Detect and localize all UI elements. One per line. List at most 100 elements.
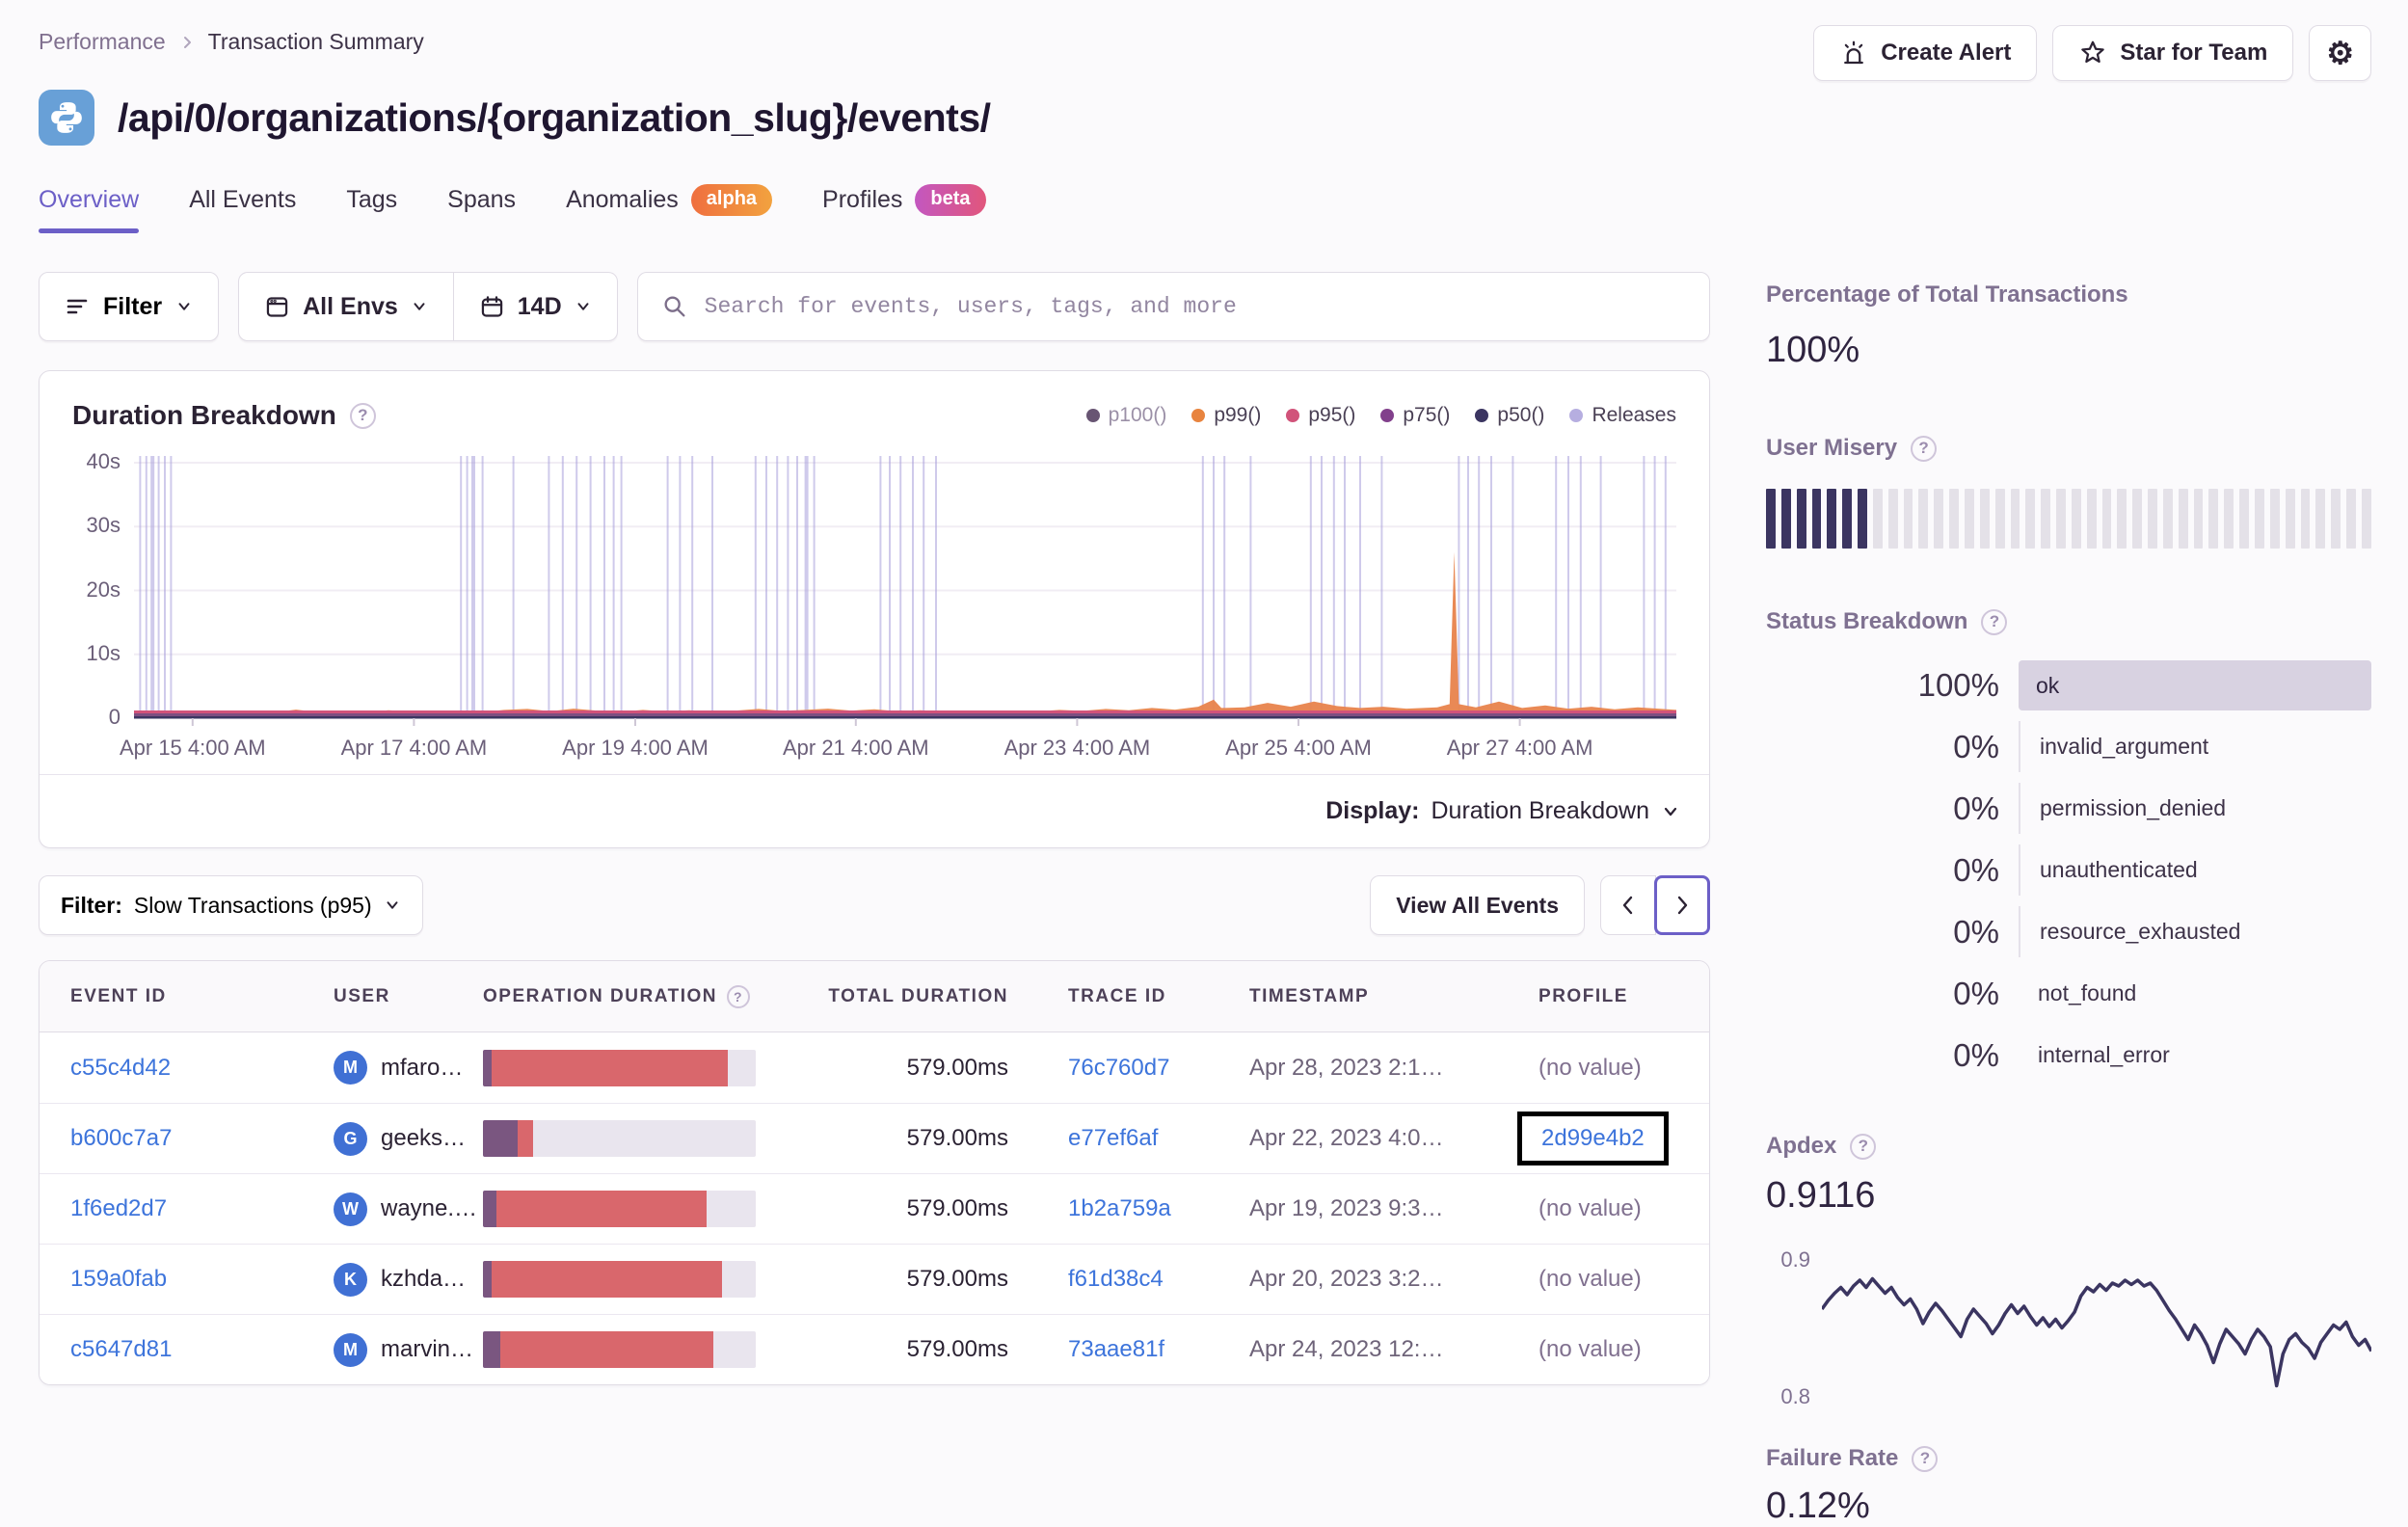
settings-button[interactable]: ⚙ (2309, 25, 2371, 81)
next-page-button[interactable] (1654, 875, 1710, 935)
op-duration-red-segment (500, 1331, 714, 1368)
failure-rate-title: Failure Rate ? (1766, 1445, 2371, 1472)
transaction-filter-dropdown[interactable]: Filter: Slow Transactions (p95) (39, 875, 423, 935)
column-header-event-id: EVENT ID (70, 985, 167, 1006)
tab-anomalies[interactable]: Anomalies alpha (566, 184, 773, 233)
trace-id-cell: 1b2a759a (1008, 1195, 1249, 1222)
user-misery-bar (2300, 489, 2311, 549)
legend-item-p75[interactable]: p75() (1380, 404, 1450, 427)
date-range-selector[interactable]: 14D (454, 273, 617, 340)
create-alert-button[interactable]: Create Alert (1813, 25, 2038, 81)
user-misery-block: User Misery ? (1766, 435, 2371, 549)
event-id-link[interactable]: 159a0fab (70, 1266, 167, 1292)
user-misery-bar (1766, 489, 1776, 549)
op-duration-red-segment (491, 1261, 723, 1298)
environment-selector[interactable]: All Envs (239, 273, 453, 340)
star-icon (2078, 39, 2107, 67)
event-id-link[interactable]: c55c4d42 (70, 1055, 171, 1081)
table-row: c55c4d42 Mmfaro… 579.00ms 76c760d7 Apr 28, 2… (40, 1032, 1709, 1103)
op-duration-red-segment (496, 1191, 708, 1227)
help-icon[interactable]: ? (1912, 1445, 1939, 1472)
user-misery-bar (2178, 489, 2188, 549)
total-duration-cell: 579.00ms (906, 1054, 1008, 1081)
title-row: /api/0/organizations/{organization_slug}… (39, 90, 2371, 146)
tab-tags[interactable]: Tags (346, 184, 397, 233)
status-percentage: 0% (1953, 1036, 1999, 1073)
event-id-link[interactable]: b600c7a7 (70, 1125, 172, 1151)
legend-item-p95[interactable]: p95() (1286, 404, 1355, 427)
legend-item-p50[interactable]: p50() (1475, 404, 1544, 427)
search-input[interactable] (702, 293, 1686, 320)
trace-id-link[interactable]: 76c760d7 (1068, 1055, 1169, 1081)
user-misery-bar (2285, 489, 2295, 549)
y-axis-tick-label: 10s (86, 640, 120, 665)
display-selector[interactable]: Display: Duration Breakdown (40, 774, 1709, 847)
pagination (1600, 875, 1710, 935)
trace-id-link[interactable]: 73aae81f (1068, 1336, 1164, 1362)
trace-id-link[interactable]: 1b2a759a (1068, 1195, 1171, 1221)
breadcrumb-performance[interactable]: Performance (39, 29, 166, 55)
operation-duration-bar (483, 1120, 756, 1157)
tab-all-events[interactable]: All Events (189, 184, 296, 233)
performance-transaction-summary-page: Performance Transaction Summary Create A… (0, 0, 2408, 1527)
help-icon[interactable]: ? (727, 984, 751, 1008)
tab-tags-label: Tags (346, 186, 398, 213)
chevron-down-icon (411, 298, 428, 315)
op-duration-purple-segment (483, 1049, 492, 1086)
tab-spans[interactable]: Spans (447, 184, 516, 233)
user-misery-bar (1949, 489, 1959, 549)
top-bar: Performance Transaction Summary Create A… (39, 25, 2371, 81)
view-all-events-button[interactable]: View All Events (1370, 875, 1585, 935)
tab-overview[interactable]: Overview (39, 184, 140, 233)
user-misery-bar (1903, 489, 1913, 549)
op-duration-red-segment (491, 1049, 728, 1086)
trace-id-link[interactable]: e77ef6af (1068, 1125, 1158, 1151)
total-duration-cell: 579.00ms (906, 1336, 1008, 1362)
event-id-link[interactable]: c5647d81 (70, 1336, 172, 1362)
tab-profiles-label: Profiles (822, 186, 903, 213)
star-for-team-button[interactable]: Star for Team (2052, 25, 2294, 81)
user-misery-bar (1842, 489, 1853, 549)
profile-link[interactable]: 2d99e4b2 (1541, 1125, 1645, 1151)
operation-duration-bar (483, 1261, 756, 1298)
status-row-unauthenticated: 0% unauthenticated (1766, 844, 2371, 896)
display-label: Display: (1325, 797, 1420, 824)
help-icon[interactable]: ? (349, 402, 376, 429)
user-misery-bar (1934, 489, 1944, 549)
operation-duration-cell (483, 1191, 791, 1227)
legend-item-Releases[interactable]: Releases (1569, 404, 1676, 427)
chart-body: 40s 30s 20s 10s 0 (72, 449, 1676, 729)
help-icon[interactable]: ? (1981, 608, 2008, 635)
timestamp-cell: Apr 22, 2023 4:0… (1249, 1125, 1444, 1151)
op-duration-purple-segment (483, 1191, 497, 1227)
x-axis-tick-label: Apr 17 4:00 AM (340, 736, 488, 760)
summary-sidebar: Percentage of Total Transactions 100% Us… (1766, 272, 2371, 1527)
help-icon[interactable]: ? (1850, 1133, 1877, 1160)
apdex-block: Apdex ? 0.9116 0.9 0.8 (1766, 1133, 2371, 1432)
trace-id-link[interactable]: f61d38c4 (1068, 1266, 1164, 1292)
status-row-internal_error: 0% internal_error (1766, 1030, 2371, 1081)
status-percentage: 100% (1917, 667, 1999, 703)
previous-page-button[interactable] (1600, 875, 1656, 935)
legend-item-p99[interactable]: p99() (1191, 404, 1261, 427)
total-transactions-title: Percentage of Total Transactions (1766, 281, 2128, 308)
filter-lines-icon (65, 294, 90, 319)
x-axis-tick-label: Apr 27 4:00 AM (1446, 736, 1593, 760)
chart-title: Duration Breakdown (72, 400, 336, 430)
y-axis-tick-label: 30s (86, 513, 120, 538)
user-misery-bar (2346, 489, 2356, 549)
x-axis-tick-label: Apr 23 4:00 AM (1003, 736, 1151, 760)
status-row-resource_exhausted: 0% resource_exhausted (1766, 906, 2371, 957)
user-misery-bar (2162, 489, 2173, 549)
y-axis-tick-label: 20s (86, 576, 120, 602)
event-id-link[interactable]: 1f6ed2d7 (70, 1195, 167, 1221)
legend-item-p100[interactable]: p100() (1085, 404, 1166, 427)
filter-button[interactable]: Filter (39, 272, 220, 341)
window-icon (264, 294, 290, 320)
env-date-group: All Envs 14D (238, 272, 618, 341)
legend-label: p75() (1403, 404, 1451, 426)
help-icon[interactable]: ? (1911, 435, 1938, 462)
tab-profiles[interactable]: Profiles beta (822, 184, 986, 233)
status-breakdown-rows: 100% ok 0% invalid_argument 0% permission_den… (1766, 660, 2371, 1081)
x-axis-labels: Apr 15 4:00 AM Apr 17 4:00 AM Apr 19 4:00 … (120, 726, 1676, 772)
